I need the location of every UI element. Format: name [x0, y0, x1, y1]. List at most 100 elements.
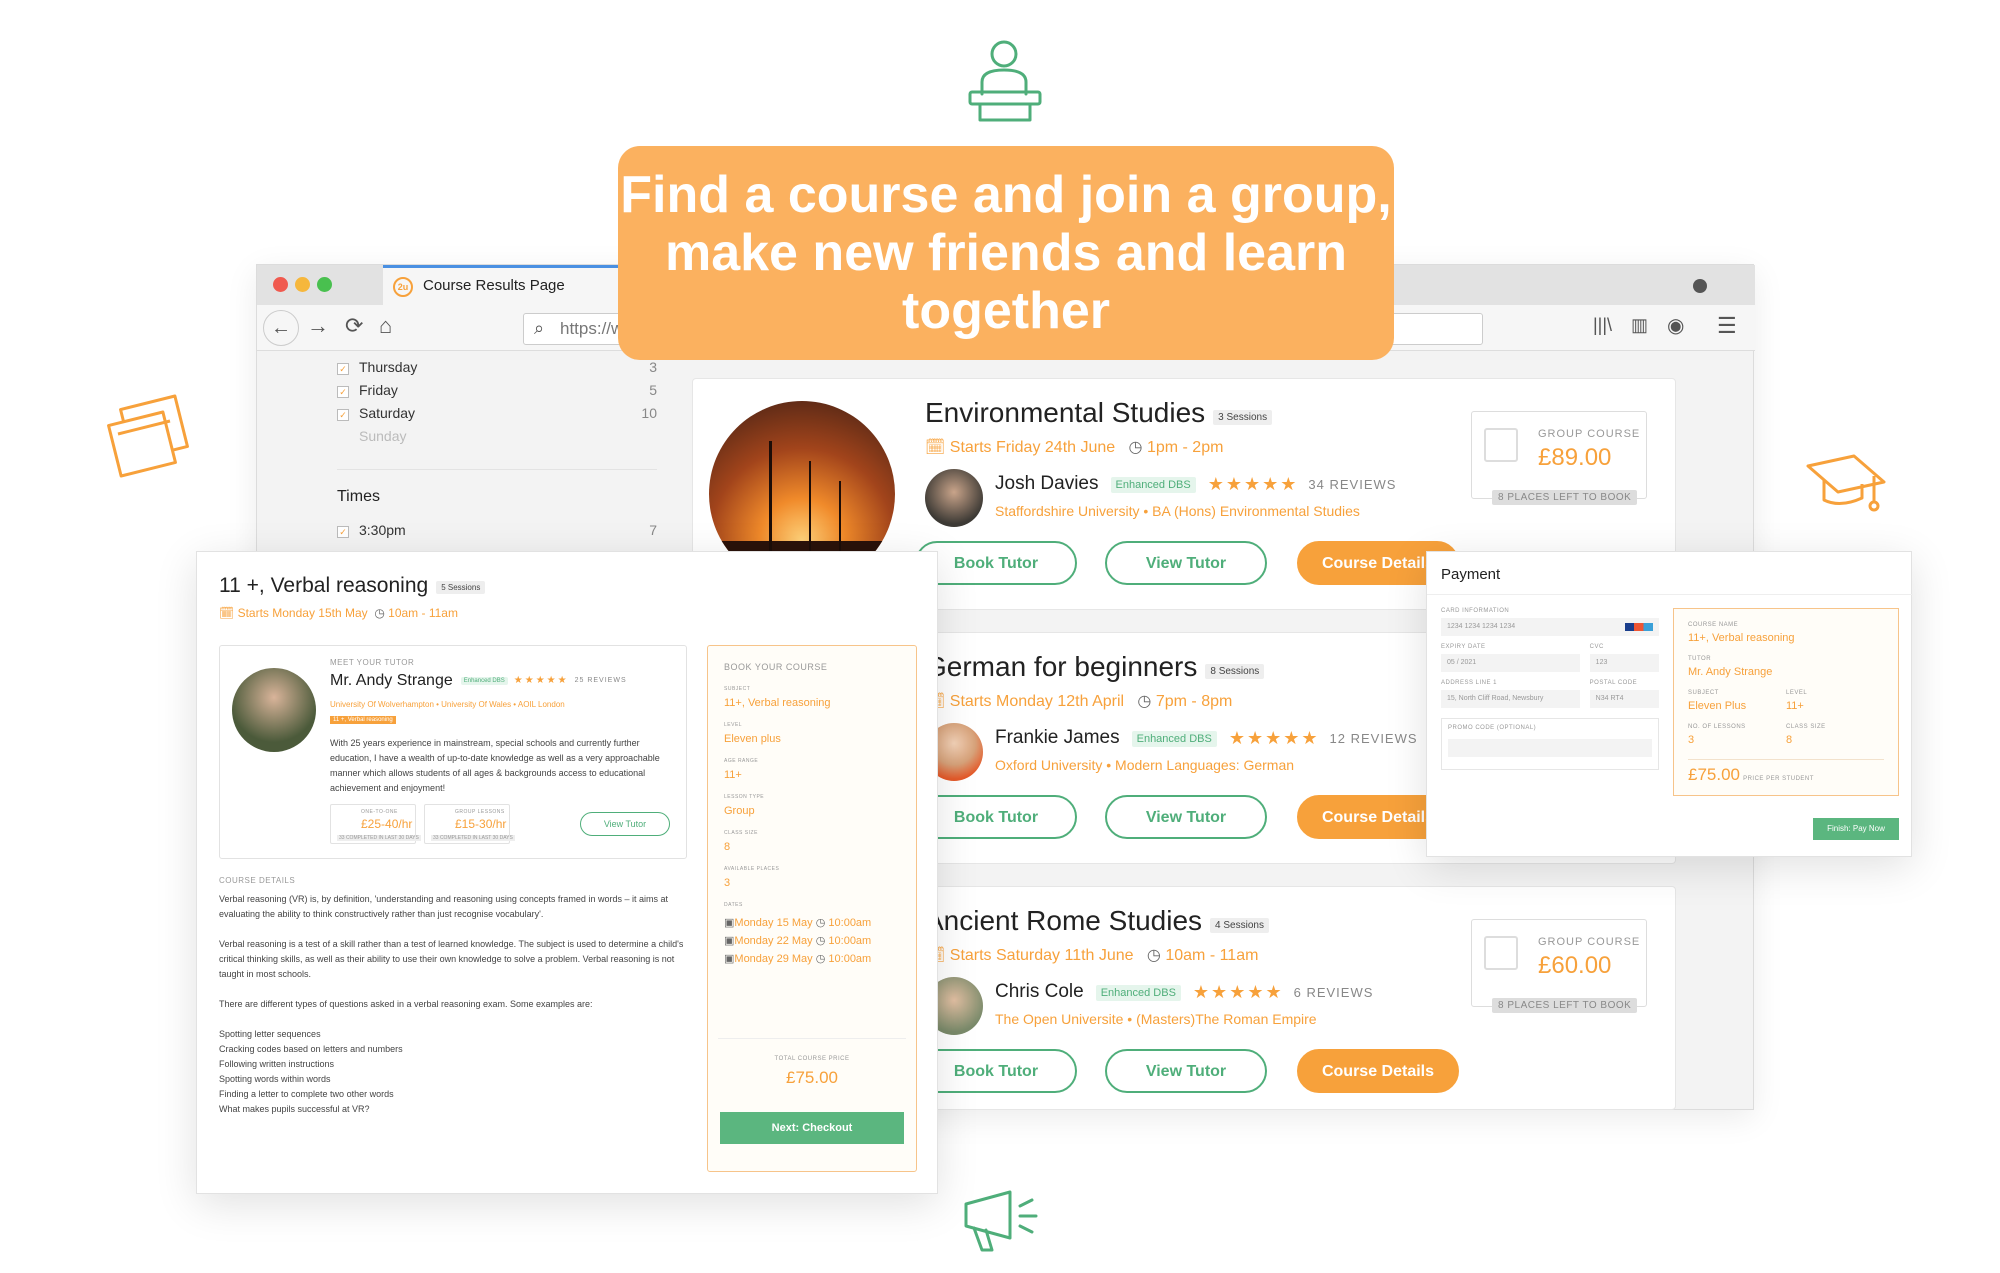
- price-value: £15-30/hr: [455, 817, 507, 831]
- tutor-box: MEET YOUR TUTOR Mr. Andy Strange Enhanced…: [219, 645, 687, 859]
- one-to-one-price-box: ONE-TO-ONE £25-40/hr 33 COMPLETED IN LAS…: [330, 804, 421, 844]
- tutor-university: The Open Universite: [995, 1011, 1124, 1028]
- cvc-input[interactable]: 123: [1589, 654, 1659, 672]
- filter-day-thursday[interactable]: ✓ Thursday 3: [337, 355, 657, 378]
- payment-title: Payment: [1441, 566, 1501, 583]
- tutor-university: Staffordshire University: [995, 503, 1140, 520]
- card-number-input[interactable]: 1234 1234 1234 1234: [1441, 618, 1659, 636]
- reload-button[interactable]: ⟳: [345, 313, 363, 339]
- tutor-bio: With 25 years experience in mainstream, …: [330, 738, 660, 793]
- sessions-badge: 8 Sessions: [1205, 664, 1265, 680]
- address-input[interactable]: 15, North Cliff Road, Newsbury: [1441, 690, 1580, 708]
- checkbox-icon[interactable]: ✓: [337, 385, 349, 398]
- expiry-input[interactable]: 05 / 2021: [1441, 654, 1580, 672]
- sidebar-toggle-icon[interactable]: ▥: [1631, 315, 1648, 336]
- course-start: Starts Saturday 11th June: [949, 947, 1134, 964]
- time-value: 10:00am: [828, 953, 872, 965]
- tutor-name[interactable]: Chris Cole: [995, 981, 1084, 1002]
- course-title[interactable]: German for beginners: [925, 651, 1197, 682]
- price-label: ONE-TO-ONE: [361, 809, 398, 815]
- course-title[interactable]: Ancient Rome Studies: [925, 905, 1202, 936]
- field-label: TUTOR: [1688, 656, 1712, 662]
- age-value: 11+: [724, 769, 742, 781]
- size-value: 8: [724, 841, 731, 853]
- promo-input[interactable]: [1448, 739, 1652, 757]
- field-label: POSTAL CODE: [1589, 680, 1638, 686]
- checkout-button[interactable]: Next: Checkout: [720, 1112, 904, 1144]
- filter-count: 10: [641, 404, 657, 421]
- filters-sidebar: ✓ Thursday 3 ✓ Friday 5 ✓ Saturday 10 Sunday T…: [337, 355, 657, 541]
- field-label: COURSE NAME: [1688, 622, 1739, 628]
- date-value: Monday 22 May: [734, 935, 813, 947]
- time-value: 10:00am: [828, 935, 872, 947]
- minimize-window-icon[interactable]: [295, 277, 310, 292]
- avatar: [232, 668, 316, 752]
- field-label: SUBJECT: [1688, 690, 1719, 696]
- book-tutor-button[interactable]: Book Tutor: [915, 795, 1077, 839]
- forward-button[interactable]: →: [307, 313, 329, 339]
- filter-day-saturday[interactable]: ✓ Saturday 10: [337, 401, 657, 424]
- book-tutor-button[interactable]: Book Tutor: [915, 541, 1077, 585]
- checkbox-icon[interactable]: ✓: [337, 362, 349, 375]
- course-title: 11 +, Verbal reasoning: [219, 574, 429, 597]
- divider: [718, 1038, 906, 1039]
- dbs-badge: Enhanced DBS: [1095, 984, 1181, 1001]
- close-window-icon[interactable]: [273, 277, 288, 292]
- level-value: Eleven plus: [724, 733, 781, 745]
- checkbox-icon[interactable]: ✓: [337, 408, 349, 421]
- meet-label: MEET YOUR TUTOR: [330, 658, 415, 667]
- dbs-badge: Enhanced DBS: [460, 676, 508, 685]
- list-item: What makes pupils successful at VR?: [219, 1104, 370, 1114]
- date-value: Monday 29 May: [734, 953, 813, 965]
- pay-now-button[interactable]: Finish: Pay Now: [1813, 818, 1899, 840]
- maximize-window-icon[interactable]: [317, 277, 332, 292]
- review-count[interactable]: 12 REVIEWS: [1330, 731, 1418, 746]
- filter-count: 3: [649, 358, 657, 375]
- calendar-icon: ▣: [724, 917, 735, 929]
- clock-icon: ◷: [1137, 693, 1152, 710]
- field-label: CVC: [1589, 644, 1604, 650]
- course-time: 1pm - 2pm: [1146, 439, 1224, 456]
- view-tutor-button[interactable]: View Tutor: [1105, 541, 1267, 585]
- review-count[interactable]: 6 REVIEWS: [1294, 985, 1374, 1000]
- tutor-name[interactable]: Frankie James: [995, 727, 1120, 748]
- view-tutor-button[interactable]: View Tutor: [580, 812, 670, 836]
- library-icon[interactable]: |||\: [1593, 315, 1612, 336]
- book-heading: BOOK YOUR COURSE: [724, 662, 828, 672]
- menu-icon[interactable]: ☰: [1717, 313, 1737, 339]
- total-price: £75.00: [786, 1068, 838, 1087]
- subject-tag: 11 +, Verbal reasoning: [330, 716, 396, 724]
- filter-label: 3:30pm: [359, 521, 406, 538]
- browser-tab[interactable]: 2u Course Results Page: [383, 265, 631, 305]
- date-row: ▣Monday 15 May ◷ 10:00am: [724, 914, 904, 932]
- list-item: Following written instructions: [219, 1059, 335, 1069]
- account-icon[interactable]: ◉: [1667, 313, 1684, 338]
- time-value: 10:00am: [828, 917, 872, 929]
- checkbox-icon[interactable]: ✓: [337, 525, 349, 538]
- field-value: 123: [1595, 659, 1608, 666]
- arrow-left-icon: ←: [271, 317, 291, 339]
- places-badge: 8 PLACES LEFT TO BOOK: [1492, 490, 1638, 505]
- back-button[interactable]: ←: [263, 310, 299, 346]
- divider: [337, 469, 657, 470]
- lessons-value: 3: [1688, 734, 1695, 746]
- course-title[interactable]: Environmental Studies: [925, 397, 1205, 428]
- filter-label: Saturday: [359, 404, 416, 421]
- tutor-name[interactable]: Josh Davies: [995, 473, 1099, 494]
- course-details-button[interactable]: Course Details: [1297, 1049, 1459, 1093]
- filter-day-sunday[interactable]: Sunday: [337, 424, 657, 447]
- view-tutor-button[interactable]: View Tutor: [1105, 795, 1267, 839]
- profile-dot-icon: [1693, 279, 1707, 293]
- course-paragraph: Verbal reasoning (VR) is, by definition,…: [219, 894, 668, 919]
- postal-input[interactable]: N34 RT4: [1589, 690, 1659, 708]
- price-value: £25-40/hr: [361, 817, 413, 831]
- tutor-value: Mr. Andy Strange: [1688, 666, 1773, 678]
- date-row: ▣Monday 29 May ◷ 10:00am: [724, 950, 904, 968]
- review-count[interactable]: 34 REVIEWS: [1308, 477, 1396, 492]
- view-tutor-button[interactable]: View Tutor: [1105, 1049, 1267, 1093]
- book-tutor-button[interactable]: Book Tutor: [915, 1049, 1077, 1093]
- home-button[interactable]: ⌂: [379, 313, 392, 339]
- filter-time-330pm[interactable]: ✓ 3:30pm 7: [337, 518, 657, 541]
- tutor-name[interactable]: Mr. Andy Strange: [330, 672, 453, 689]
- filter-day-friday[interactable]: ✓ Friday 5: [337, 378, 657, 401]
